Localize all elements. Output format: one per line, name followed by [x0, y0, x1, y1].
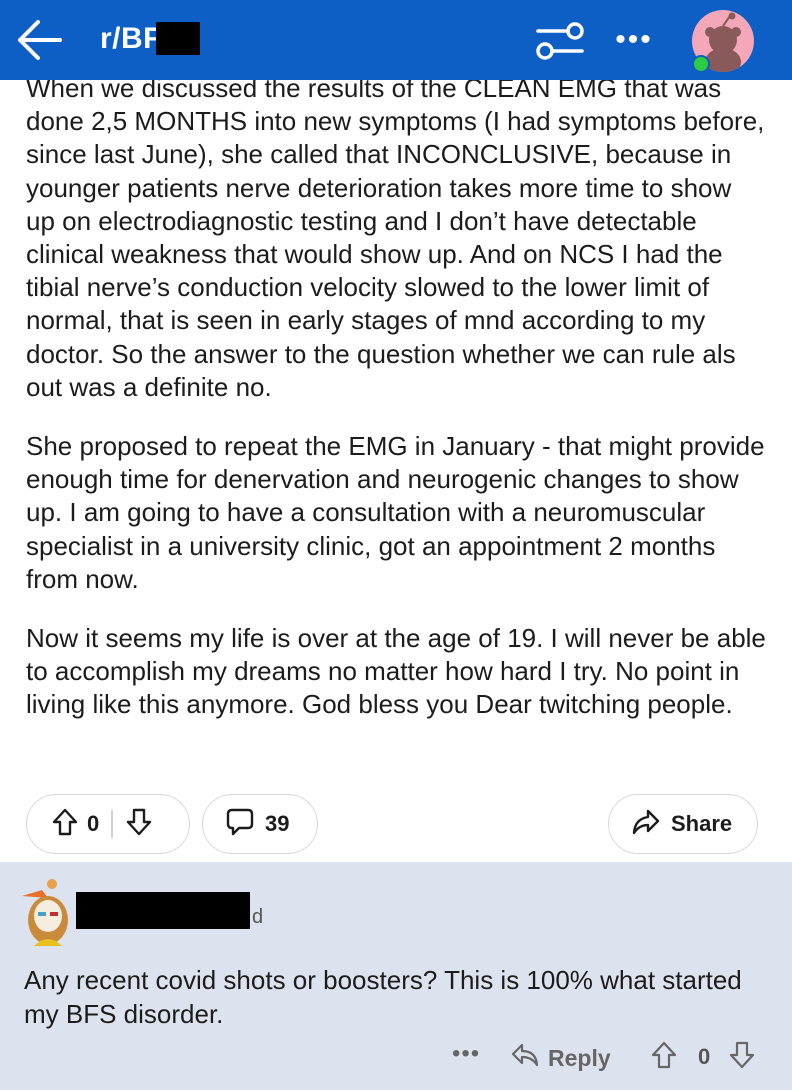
- more-dots-icon[interactable]: •••: [612, 22, 656, 58]
- comment-age: d: [252, 906, 264, 928]
- post-paragraph: When we discussed the results of the CLE…: [26, 73, 765, 402]
- username-redaction: [76, 892, 250, 929]
- online-status-dot: [692, 55, 710, 73]
- back-arrow-icon[interactable]: [16, 18, 64, 62]
- comment-actions: ••• Reply 0: [0, 1040, 792, 1080]
- subreddit-name[interactable]: r/BF: [100, 22, 162, 56]
- reply-arrow-icon: [510, 1042, 540, 1074]
- post-score: 0: [87, 811, 100, 836]
- share-label: Share: [671, 811, 733, 836]
- commenter-avatar[interactable]: [12, 876, 76, 950]
- comment-text: Any recent covid shots or boosters? This…: [24, 965, 742, 1029]
- share-button[interactable]: Share: [608, 794, 758, 854]
- post-paragraph: Now it seems my life is over at the age …: [26, 623, 766, 720]
- comment-count: 39: [265, 811, 290, 836]
- comment-downvote-icon[interactable]: [728, 1040, 756, 1075]
- user-avatar-icon[interactable]: [692, 10, 754, 73]
- downvote-arrow-icon[interactable]: [125, 807, 153, 842]
- vote-divider: [111, 810, 113, 838]
- comment-score: 0: [698, 1044, 711, 1069]
- comment-more-icon[interactable]: •••: [452, 1040, 480, 1068]
- comment-card: d Any recent covid shots or boosters? Th…: [0, 862, 792, 1090]
- comment-upvote-icon[interactable]: [650, 1040, 678, 1075]
- reply-button[interactable]: Reply: [510, 1042, 611, 1074]
- post-body: When we discussed the results of the CLE…: [26, 72, 766, 748]
- vote-control: 0: [26, 794, 190, 854]
- post-paragraph: She proposed to repeat the EMG in Januar…: [26, 431, 765, 594]
- comments-button[interactable]: 39: [202, 794, 318, 854]
- share-arrow-icon: [631, 808, 661, 841]
- filter-sliders-icon[interactable]: [534, 20, 586, 62]
- top-bar: r/BF •••: [0, 0, 792, 80]
- comment-bubble-icon: [225, 807, 255, 842]
- upvote-arrow-icon[interactable]: [51, 807, 79, 842]
- redaction-bar: [156, 22, 200, 55]
- reply-label: Reply: [548, 1044, 611, 1071]
